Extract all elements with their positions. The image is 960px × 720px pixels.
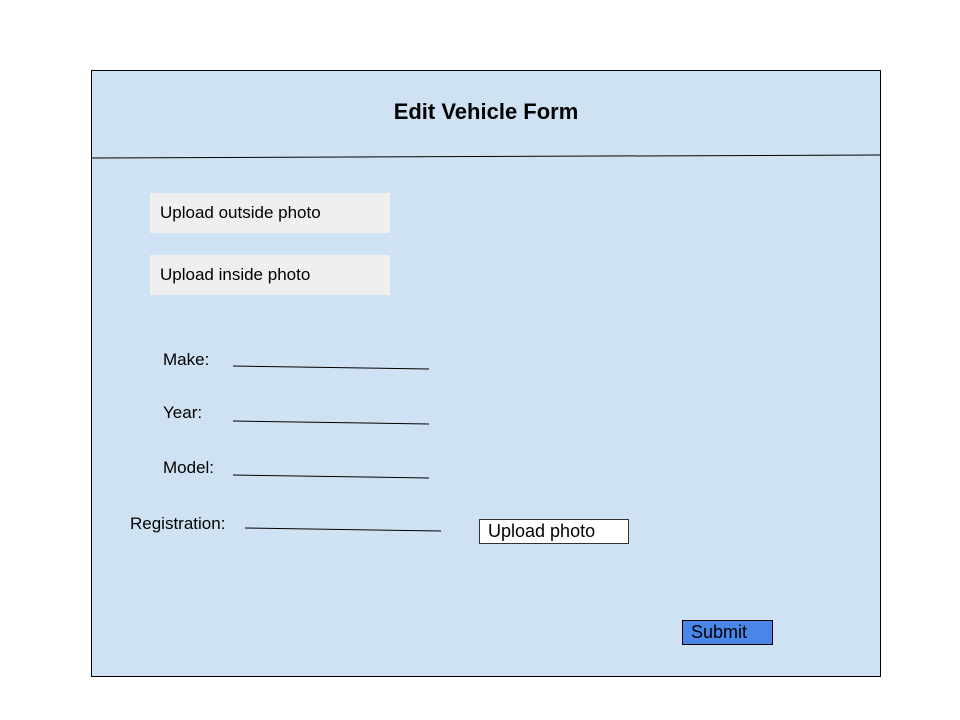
registration-input[interactable] (245, 507, 441, 529)
submit-button[interactable]: Submit (682, 620, 773, 645)
registration-label: Registration: (130, 514, 226, 533)
header-divider (92, 154, 880, 159)
upload-photo-button[interactable]: Upload photo (479, 519, 629, 544)
edit-vehicle-form: Edit Vehicle Form Upload outside photo U… (91, 70, 881, 677)
form-title: Edit Vehicle Form (393, 99, 579, 124)
year-input[interactable] (233, 400, 429, 422)
make-label: Make: (163, 350, 210, 369)
field-underlines (232, 365, 442, 532)
upload-outside-photo-button[interactable]: Upload outside photo (150, 193, 390, 233)
make-input[interactable] (233, 345, 429, 367)
model-label: Model: (163, 458, 215, 477)
upload-inside-photo-button[interactable]: Upload inside photo (150, 255, 390, 295)
model-input[interactable] (233, 454, 429, 476)
year-label: Year: (163, 403, 203, 422)
